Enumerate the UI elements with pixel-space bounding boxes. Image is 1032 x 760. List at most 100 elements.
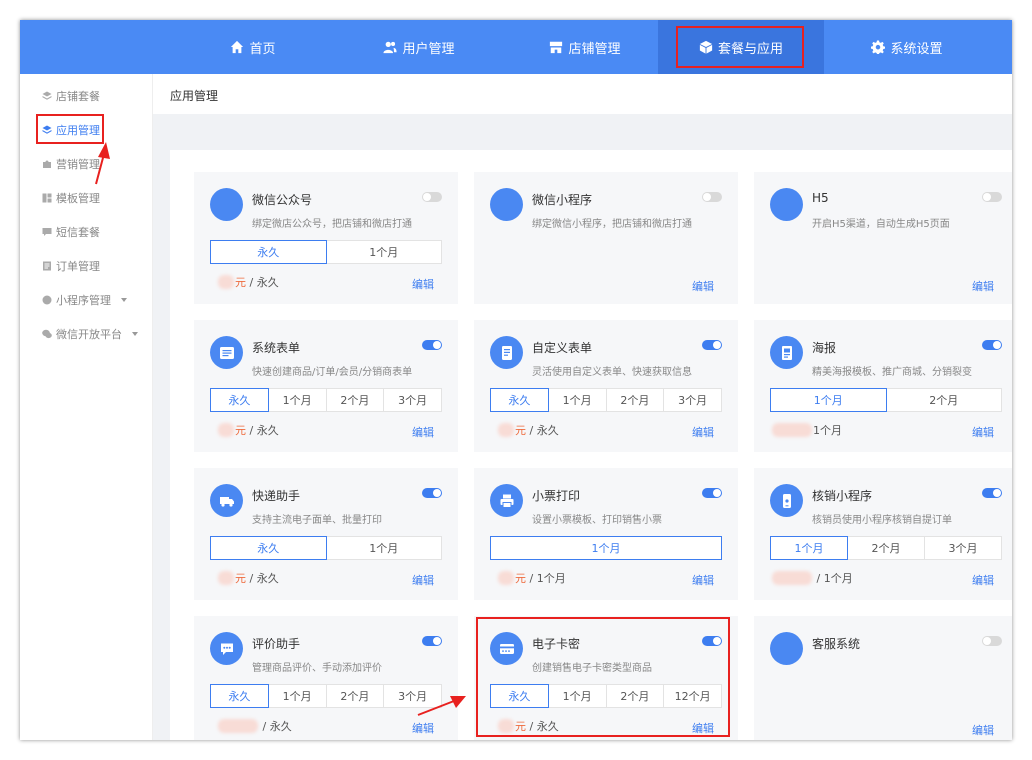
app-card-express-assistant: 快递助手 支持主流电子面单、批量打印 永久 1个月 元 / 永久 编辑 [194, 468, 458, 600]
period-option[interactable]: 2个月 [325, 684, 385, 708]
nav-label: 系统设置 [890, 41, 943, 57]
enable-toggle[interactable] [982, 340, 1002, 350]
period-option[interactable]: 1个月 [267, 684, 327, 708]
enable-toggle[interactable] [702, 636, 722, 646]
phone-icon [782, 493, 791, 508]
gear-icon [871, 40, 886, 54]
chat-icon [220, 643, 233, 655]
period-option[interactable]: 2个月 [605, 684, 665, 708]
enable-toggle[interactable] [982, 636, 1002, 646]
blurred-price [218, 571, 234, 585]
period-option[interactable]: 永久 [210, 240, 327, 264]
sidebar-item-orders[interactable]: 订单管理 [42, 256, 100, 276]
period-option[interactable]: 3个月 [924, 536, 1002, 560]
sidebar-item-store-packages[interactable]: 店铺套餐 [42, 86, 100, 106]
nav-item-users[interactable]: 用户管理 [336, 20, 502, 74]
users-icon [383, 41, 398, 54]
period-option[interactable]: 2个月 [847, 536, 925, 560]
edit-link[interactable]: 编辑 [972, 572, 994, 588]
enable-toggle[interactable] [422, 488, 442, 498]
period-option[interactable]: 1个月 [325, 536, 442, 560]
sidebar-item-mini-program[interactable]: 小程序管理 [42, 290, 127, 310]
sidebar-item-app-management[interactable]: 应用管理 [42, 120, 100, 140]
top-nav: 首页 用户管理 店铺管理 套餐与应用 系统设置 [20, 20, 1012, 74]
enable-toggle[interactable] [422, 192, 442, 202]
period-option[interactable]: 2个月 [325, 388, 385, 412]
period-option[interactable]: 1个月 [770, 388, 887, 412]
nav-label: 套餐与应用 [717, 41, 783, 57]
edit-link[interactable]: 编辑 [972, 722, 994, 738]
app-icon [770, 188, 803, 221]
period-option[interactable]: 3个月 [663, 388, 722, 412]
edit-link[interactable]: 编辑 [692, 572, 714, 588]
card-icon [499, 643, 514, 654]
period-option[interactable]: 永久 [210, 536, 327, 560]
period-option[interactable]: 1个月 [547, 388, 607, 412]
app-card-wechat-mini-program: 微信小程序 绑定微信小程序，把店铺和微店打通 编辑 [474, 172, 738, 304]
price: / 1个月 [772, 570, 853, 586]
app-name: 微信公众号 [252, 193, 313, 207]
nav-item-packages-apps[interactable]: 套餐与应用 [658, 20, 824, 74]
period-option[interactable]: 1个月 [547, 684, 607, 708]
period-selector: 永久 1个月 [210, 536, 442, 560]
edit-link[interactable]: 编辑 [692, 720, 714, 736]
period-option[interactable]: 1个月 [770, 536, 848, 560]
blurred-price [772, 423, 812, 437]
blurred-price [218, 719, 258, 733]
grid-icon [42, 193, 52, 203]
blurred-price [498, 719, 514, 733]
period-option[interactable]: 永久 [210, 684, 269, 708]
edit-link[interactable]: 编辑 [412, 720, 434, 736]
edit-link[interactable]: 编辑 [972, 278, 994, 294]
chevron-down-icon [132, 332, 138, 336]
sidebar-item-label: 订单管理 [56, 260, 100, 273]
sidebar-item-sms-packages[interactable]: 短信套餐 [42, 222, 100, 242]
edit-link[interactable]: 编辑 [692, 424, 714, 440]
app-icon [490, 336, 523, 369]
page-title: 应用管理 [170, 89, 219, 103]
nav-item-settings[interactable]: 系统设置 [824, 20, 990, 74]
edit-link[interactable]: 编辑 [972, 424, 994, 440]
period-option[interactable]: 12个月 [663, 684, 722, 708]
layers-icon [42, 91, 52, 100]
period-option[interactable]: 永久 [210, 388, 269, 412]
app-icon [210, 188, 243, 221]
period-option[interactable]: 永久 [490, 388, 549, 412]
enable-toggle[interactable] [422, 636, 442, 646]
period-option[interactable]: 永久 [490, 684, 549, 708]
app-grid: 微信公众号 绑定微店公众号，把店铺和微店打通 永久 1个月 元 / 永久 编辑 … [170, 150, 1012, 740]
edit-link[interactable]: 编辑 [692, 278, 714, 294]
edit-link[interactable]: 编辑 [412, 276, 434, 292]
period-option[interactable]: 3个月 [383, 684, 442, 708]
enable-toggle[interactable] [982, 192, 1002, 202]
enable-toggle[interactable] [702, 488, 722, 498]
app-name: H5 [812, 191, 829, 205]
sidebar-item-templates[interactable]: 模板管理 [42, 188, 100, 208]
enable-toggle[interactable] [982, 488, 1002, 498]
edit-link[interactable]: 编辑 [412, 424, 434, 440]
period-option[interactable]: 2个月 [885, 388, 1002, 412]
app-icon [490, 632, 523, 665]
price: 元 / 永久 [498, 718, 559, 734]
sidebar-item-label: 店铺套餐 [56, 90, 100, 103]
page-header: 应用管理 [153, 74, 1012, 114]
enable-toggle[interactable] [422, 340, 442, 350]
enable-toggle[interactable] [702, 340, 722, 350]
period-option[interactable]: 3个月 [383, 388, 442, 412]
price: 元 / 1个月 [498, 570, 566, 586]
nav-item-home[interactable]: 首页 [170, 20, 336, 74]
app-card-h5: H5 开启H5渠道，自动生成H5页面 编辑 [754, 172, 1012, 304]
app-desc: 管理商品评价、手动添加评价 [252, 663, 382, 674]
edit-link[interactable]: 编辑 [412, 572, 434, 588]
sidebar-item-marketing[interactable]: 营销管理 [42, 154, 100, 174]
period-option[interactable]: 1个月 [325, 240, 442, 264]
nav-item-store[interactable]: 店铺管理 [502, 20, 668, 74]
chevron-down-icon [121, 298, 127, 302]
app-icon [210, 336, 243, 369]
period-option[interactable]: 1个月 [267, 388, 327, 412]
sidebar-item-wechat-open-platform[interactable]: 微信开放平台 [42, 324, 138, 344]
period-option[interactable]: 2个月 [605, 388, 665, 412]
period-option[interactable]: 1个月 [490, 536, 722, 560]
enable-toggle[interactable] [702, 192, 722, 202]
price: / 永久 [218, 718, 292, 734]
